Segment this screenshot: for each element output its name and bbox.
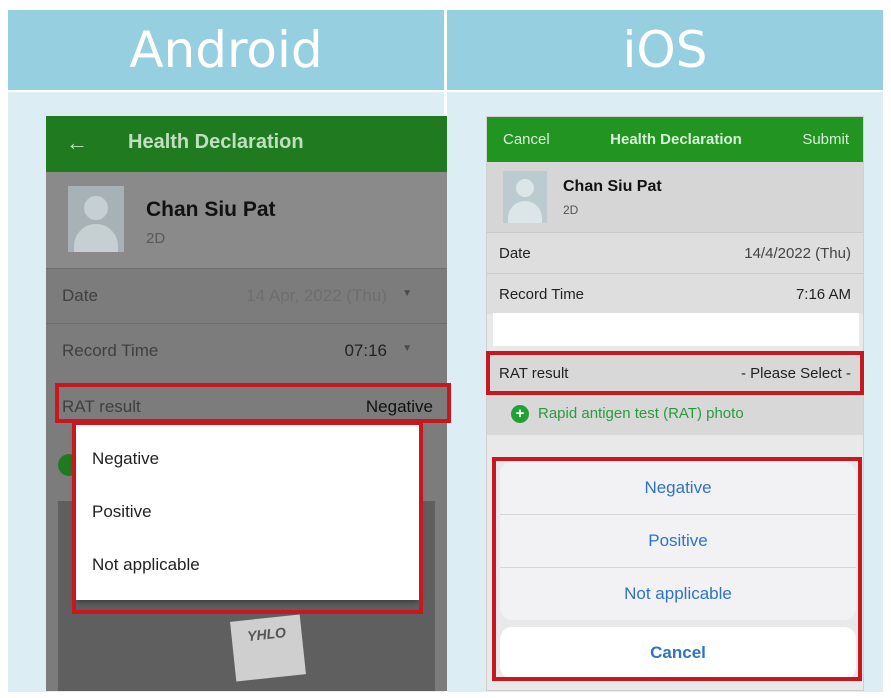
record-time-label: Record Time [499, 286, 585, 303]
highlight-box [72, 421, 423, 614]
date-label: Date [62, 286, 98, 305]
plus-circle-icon: + [511, 405, 529, 423]
student-class: 2D [563, 203, 579, 217]
date-row[interactable]: Date 14 Apr, 2022 (Thu) ▼ [46, 268, 447, 323]
date-value: 14/4/2022 (Thu) [744, 245, 851, 262]
date-row[interactable]: Date 14/4/2022 (Thu) [487, 232, 863, 273]
android-profile: Chan Siu Pat 2D [46, 172, 447, 268]
highlight-box [486, 351, 864, 395]
arrow-left-icon[interactable]: ← [66, 130, 88, 156]
record-time-row[interactable]: Record Time 7:16 AM [487, 273, 863, 314]
record-time-value: 7:16 AM [795, 286, 851, 303]
blank-field [493, 313, 859, 346]
highlight-box [492, 457, 862, 681]
date-value: 14 Apr, 2022 (Thu) [246, 286, 387, 305]
avatar [503, 171, 547, 223]
record-time-row[interactable]: Record Time 07:16 ▼ [46, 323, 447, 378]
record-time-label: Record Time [62, 341, 159, 360]
date-label: Date [499, 245, 531, 262]
chevron-down-icon: ▼ [402, 288, 412, 299]
ios-nav-bar: Health Declaration Cancel Submit [487, 117, 863, 162]
student-class: 2D [146, 230, 166, 247]
android-app-bar: ← Health Declaration [46, 116, 447, 172]
cancel-button[interactable]: Cancel [503, 131, 550, 148]
student-name: Chan Siu Pat [146, 198, 276, 221]
student-name: Chan Siu Pat [563, 178, 662, 195]
rat-photo-link[interactable]: + Rapid antigen test (RAT) photo [487, 391, 863, 435]
android-header-label: Android [129, 21, 323, 79]
highlight-box [55, 383, 451, 423]
test-kit-label: YHLO [230, 614, 306, 682]
chevron-down-icon: ▼ [402, 343, 412, 354]
android-header: Android [8, 10, 444, 90]
avatar [68, 186, 124, 252]
ios-header-label: iOS [622, 21, 708, 79]
submit-button[interactable]: Submit [802, 131, 849, 148]
android-title: Health Declaration [128, 131, 304, 153]
rat-photo-label: Rapid antigen test (RAT) photo [538, 405, 744, 422]
ios-profile: Chan Siu Pat 2D [487, 162, 863, 232]
record-time-value: 07:16 [344, 341, 387, 360]
ios-header: iOS [447, 10, 883, 90]
